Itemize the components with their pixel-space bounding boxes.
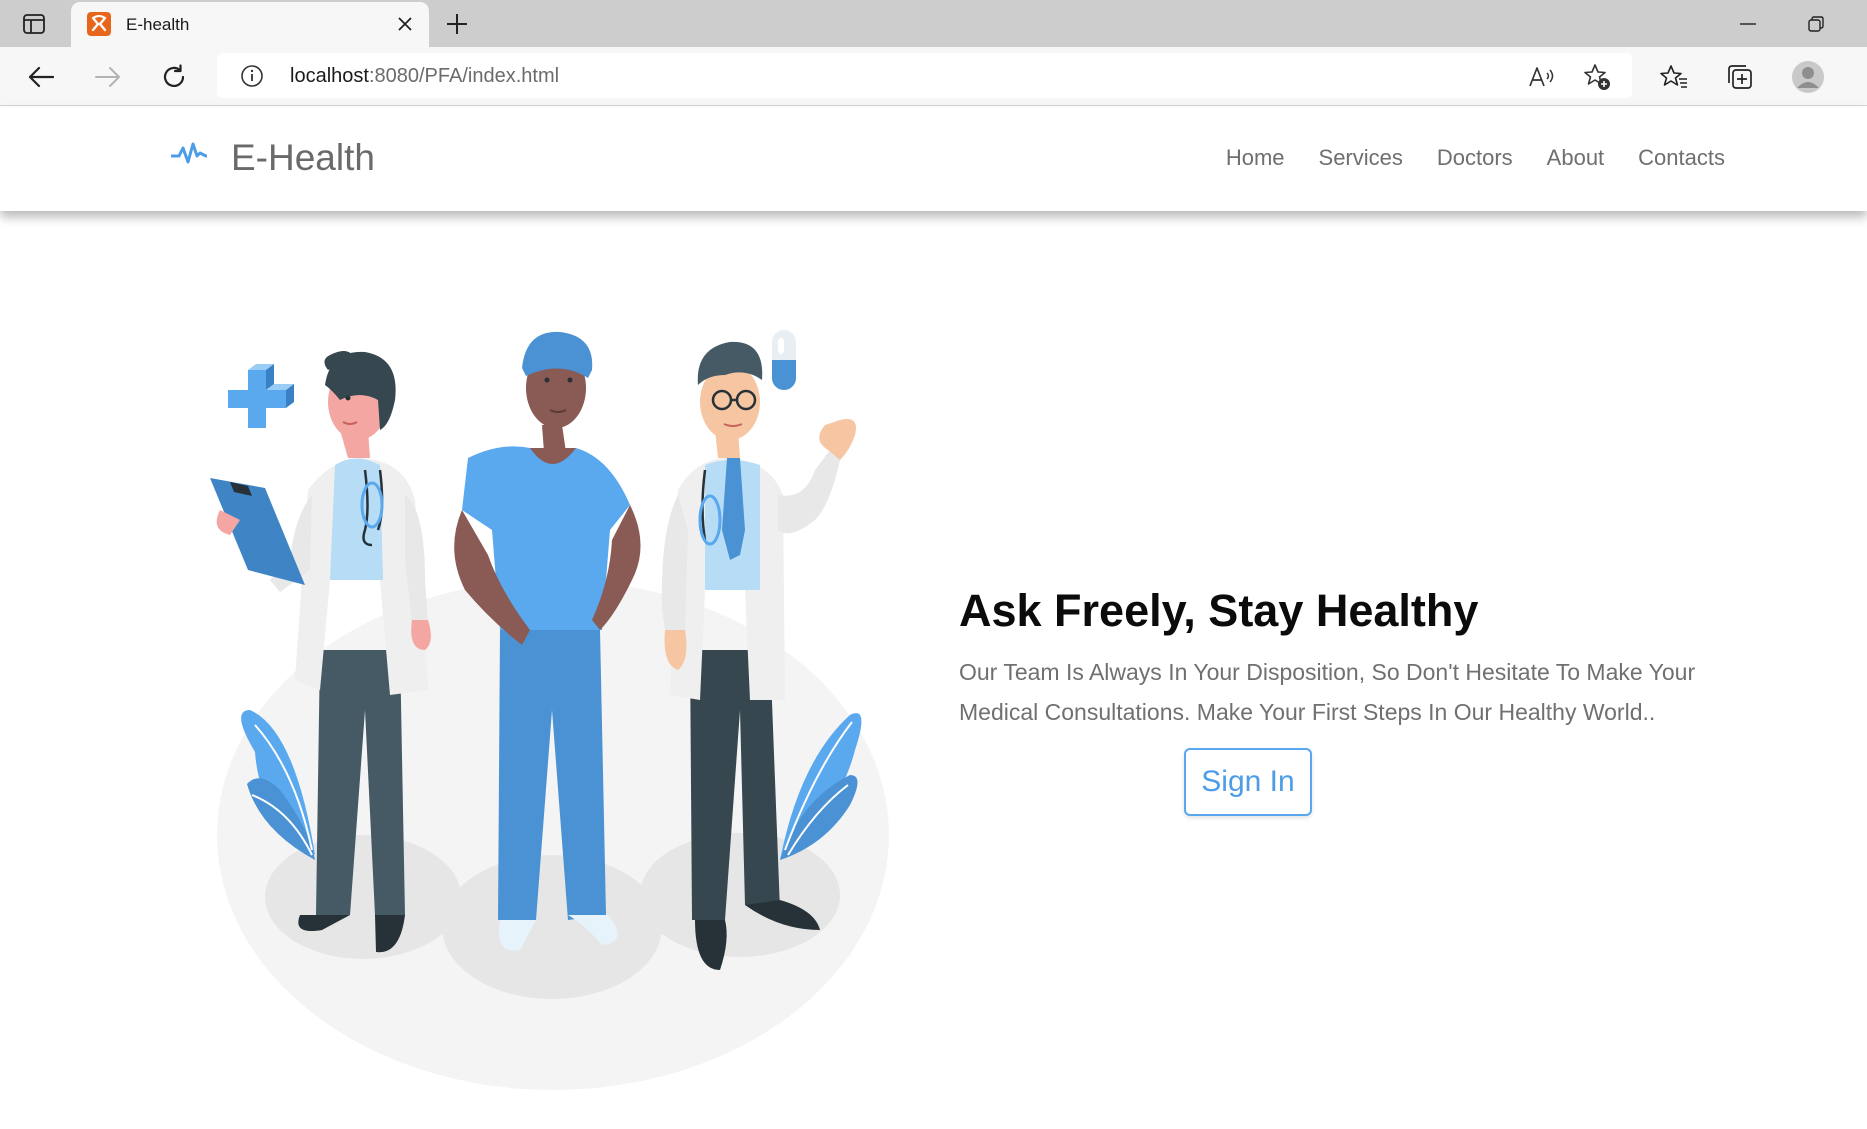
nav-about[interactable]: About (1547, 145, 1605, 171)
site-info-button[interactable] (239, 63, 265, 89)
medical-team-illustration (210, 330, 889, 1090)
forward-button[interactable] (89, 58, 127, 96)
read-aloud-icon (1529, 67, 1554, 87)
collections-button[interactable] (1721, 58, 1759, 96)
restore-icon (1808, 16, 1824, 32)
nav-doctors[interactable]: Doctors (1437, 145, 1513, 171)
url-text[interactable]: localhost:8080/PFA/index.html (290, 65, 559, 88)
nav-contacts[interactable]: Contacts (1638, 145, 1725, 171)
collections-icon (1728, 65, 1752, 89)
xampp-favicon (87, 12, 111, 36)
pulse-icon (171, 142, 207, 164)
tab-title: E-health (126, 15, 190, 34)
hero-title: Ask Freely, Stay Healthy (959, 585, 1479, 636)
favorites-icon (1660, 65, 1687, 88)
browser-tab-bar: E-health (0, 0, 1867, 47)
new-tab-button[interactable] (440, 9, 474, 39)
profile-icon (1792, 61, 1824, 93)
add-favorite-button[interactable] (1582, 62, 1612, 92)
tab-close-button[interactable] (393, 12, 417, 36)
browser-tab-active[interactable]: E-health (71, 2, 429, 47)
sign-in-button[interactable]: Sign In (1184, 748, 1312, 816)
restore-button[interactable] (1792, 8, 1840, 40)
plus-icon (447, 14, 467, 34)
nav-services[interactable]: Services (1319, 145, 1403, 171)
refresh-icon (163, 64, 185, 88)
site-header: E-Health Home Services Doctors About Con… (0, 107, 1867, 211)
url-path: :8080/PFA/index.html (368, 65, 560, 87)
add-favorite-icon (1584, 64, 1610, 90)
pill-icon (772, 330, 796, 390)
minimize-button[interactable] (1724, 8, 1772, 40)
back-icon (28, 66, 54, 88)
sidebar-icon (23, 14, 45, 34)
site-logo-text[interactable]: E-Health (231, 137, 375, 179)
browser-toolbar: localhost:8080/PFA/index.html (0, 47, 1867, 106)
favorites-button[interactable] (1655, 58, 1693, 96)
profile-button[interactable] (1789, 58, 1827, 96)
address-bar[interactable]: localhost:8080/PFA/index.html (217, 53, 1632, 98)
minimize-icon (1740, 23, 1756, 25)
url-host: localhost (290, 65, 369, 87)
read-aloud-button[interactable] (1527, 62, 1557, 92)
tab-actions-button[interactable] (16, 10, 52, 38)
nav-home[interactable]: Home (1226, 145, 1285, 171)
hero-description: Our Team Is Always In Your Disposition, … (959, 659, 1696, 725)
info-icon (241, 65, 263, 87)
main-nav: Home Services Doctors About Contacts (1192, 145, 1725, 171)
close-icon (398, 17, 412, 31)
forward-icon (95, 67, 120, 87)
medical-cross-icon (228, 364, 294, 428)
back-button[interactable] (22, 58, 60, 96)
refresh-button[interactable] (155, 58, 193, 96)
